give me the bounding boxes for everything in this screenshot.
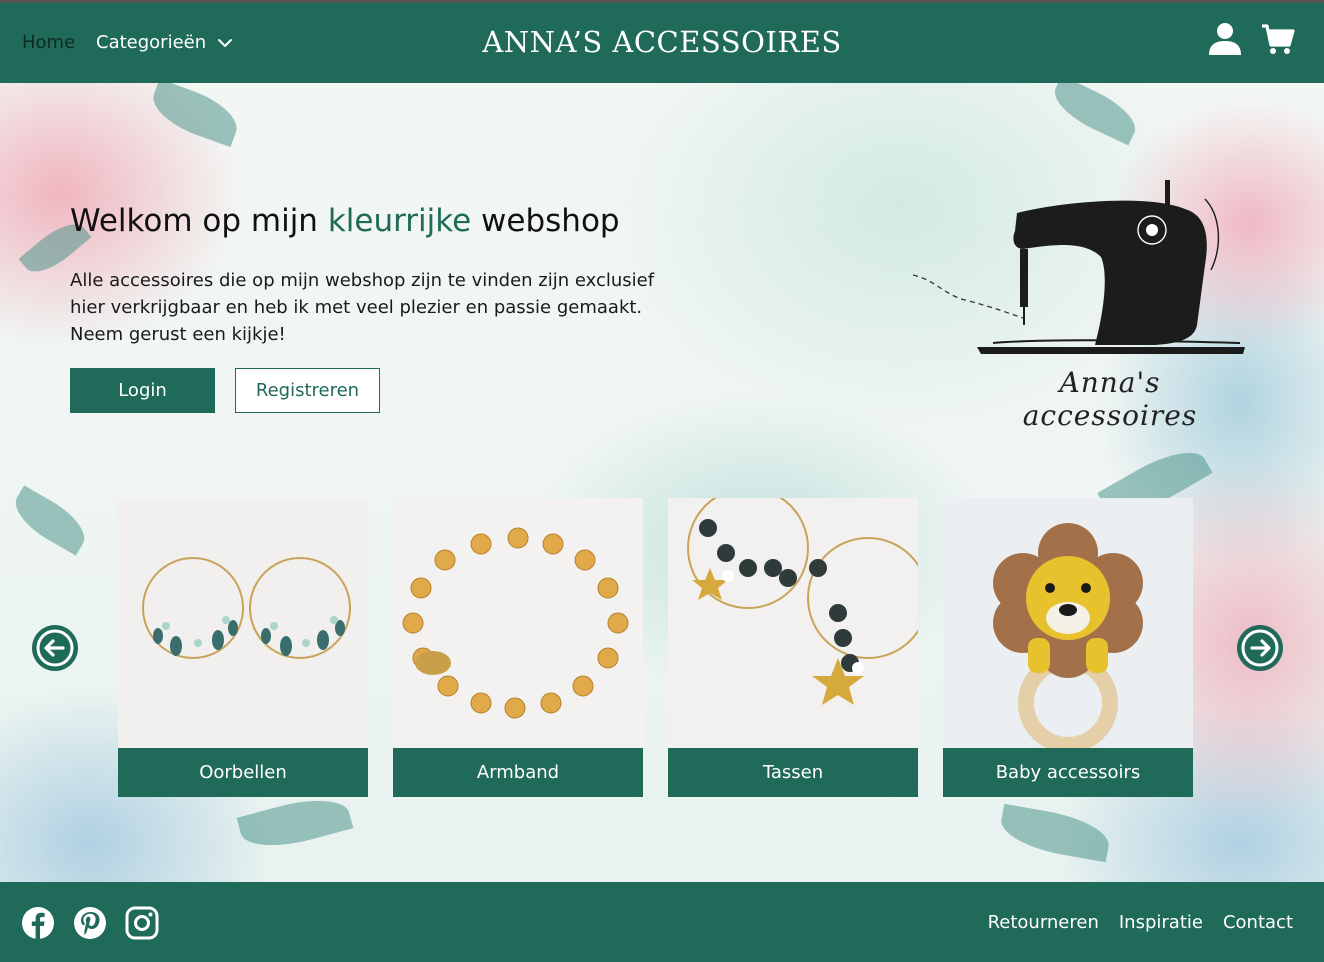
register-button[interactable]: Registreren	[235, 368, 380, 413]
hero-title-suffix: webshop	[471, 203, 620, 239]
carousel-prev-button[interactable]	[32, 625, 78, 671]
category-label: Baby accessoirs	[943, 748, 1193, 797]
login-button[interactable]: Login	[70, 368, 215, 413]
leaf-decoration	[236, 789, 354, 857]
user-icon[interactable]	[1207, 21, 1243, 57]
leaf-decoration	[145, 83, 245, 148]
footer-link-contact[interactable]: Contact	[1223, 912, 1293, 933]
category-label: Armband	[393, 748, 643, 797]
hero-title-prefix: Welkom op mijn	[70, 203, 328, 239]
facebook-icon[interactable]	[21, 906, 55, 940]
footer-links: Retourneren Inspiratie Contact	[988, 912, 1293, 933]
hero-description: Alle accessoires die op mijn webshop zij…	[70, 270, 655, 345]
carousel-next-button[interactable]	[1237, 625, 1283, 671]
category-card-tassen[interactable]: Tassen	[668, 498, 918, 797]
category-card-armband[interactable]: Armband	[393, 498, 643, 797]
hero-section: Welkom op mijn kleurrijke webshop Alle a…	[0, 83, 1324, 882]
category-label: Oorbellen	[118, 748, 368, 797]
earrings-image	[118, 498, 368, 748]
pinterest-icon[interactable]	[73, 906, 107, 940]
leaf-decoration	[1046, 83, 1144, 146]
hero-title-accent: kleurrijke	[327, 203, 472, 239]
footer-link-inspiratie[interactable]: Inspiratie	[1119, 912, 1203, 933]
arrow-left-icon	[36, 629, 74, 667]
footer-link-retourneren[interactable]: Retourneren	[988, 912, 1099, 933]
category-card-oorbellen[interactable]: Oorbellen	[118, 498, 368, 797]
logo-script-text: Anna's accessoires	[1022, 366, 1198, 432]
leaf-decoration	[6, 485, 94, 556]
starfish-earrings-image	[668, 498, 918, 748]
crochet-lion-image	[943, 498, 1193, 748]
arrow-right-icon	[1241, 629, 1279, 667]
category-label: Tassen	[668, 748, 918, 797]
instagram-icon[interactable]	[125, 906, 159, 940]
category-card-baby-accessoirs[interactable]: Baby accessoirs	[943, 498, 1193, 797]
cart-icon[interactable]	[1260, 21, 1296, 57]
hero-title: Welkom op mijn kleurrijke webshop	[70, 203, 620, 239]
site-brand-title[interactable]: ANNA’S ACCESSOIRES	[0, 25, 1324, 59]
leaf-decoration	[997, 803, 1113, 863]
site-header: Home Categorieën ANNA’S ACCESSOIRES	[0, 3, 1324, 83]
bracelet-image	[393, 498, 643, 748]
site-footer: Retourneren Inspiratie Contact	[0, 882, 1324, 962]
